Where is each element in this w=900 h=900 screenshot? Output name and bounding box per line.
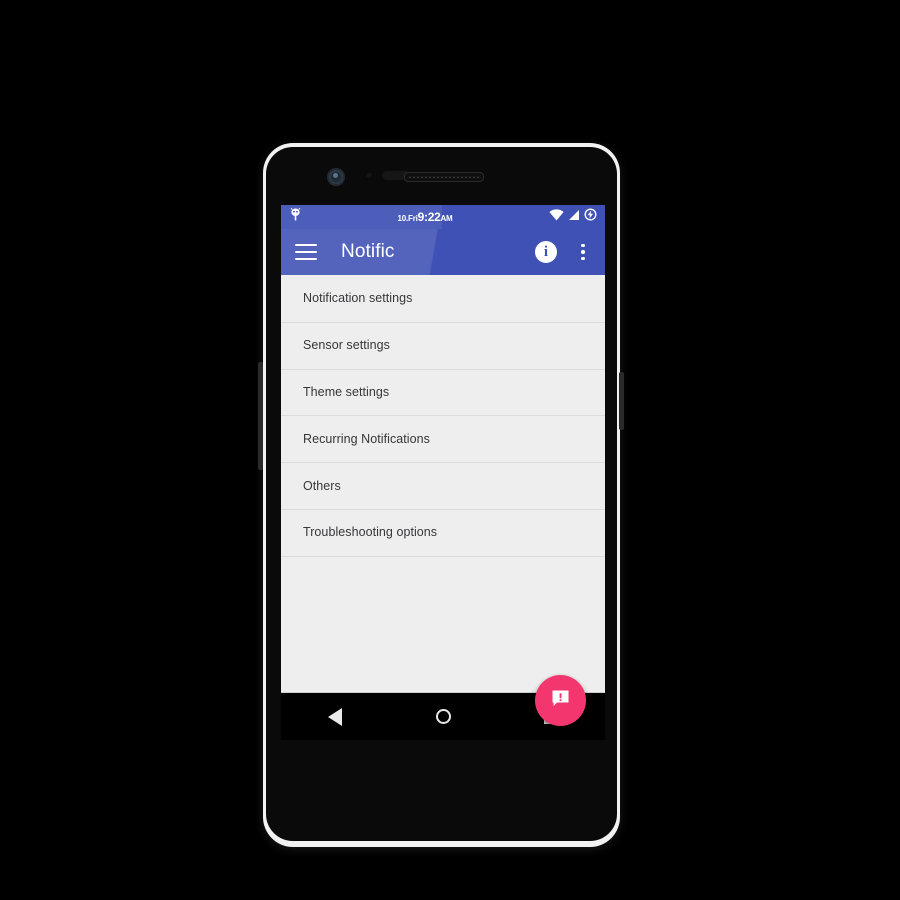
status-bar-clock: 10.Fri9:22AM bbox=[301, 208, 549, 226]
list-item[interactable]: Notification settings bbox=[281, 275, 605, 322]
home-circle-icon[interactable] bbox=[421, 695, 465, 739]
feedback-fab[interactable] bbox=[535, 675, 586, 726]
front-camera-icon bbox=[327, 168, 345, 186]
list-item-label: Theme settings bbox=[303, 384, 390, 399]
list-item[interactable]: Troubleshooting options bbox=[281, 508, 605, 556]
list-item[interactable]: Theme settings bbox=[281, 368, 605, 416]
list-item-label: Notification settings bbox=[303, 291, 413, 306]
status-bar-ampm: AM bbox=[440, 214, 453, 223]
overflow-dot bbox=[581, 243, 585, 248]
page-title: Notific bbox=[341, 241, 395, 262]
list-item-label: Sensor settings bbox=[303, 338, 390, 353]
status-bar-left bbox=[281, 207, 301, 226]
android-notification-icon bbox=[290, 207, 301, 226]
overflow-dot bbox=[581, 256, 585, 261]
status-bar: 10.Fri9:22AM bbox=[281, 205, 605, 229]
front-camera-lens bbox=[333, 173, 338, 178]
list-item[interactable]: Others bbox=[281, 462, 605, 509]
menu-line bbox=[295, 244, 317, 246]
battery-charging-icon bbox=[584, 208, 597, 226]
cell-signal-icon bbox=[568, 208, 580, 226]
status-bar-time: 9:22 bbox=[417, 210, 441, 224]
list-item-label: Troubleshooting options bbox=[303, 525, 438, 540]
power-button[interactable] bbox=[619, 372, 624, 430]
proximity-sensor-icon bbox=[366, 173, 372, 178]
settings-list: Notification settings Sensor settings Th… bbox=[281, 275, 605, 692]
info-icon[interactable]: i bbox=[535, 241, 557, 263]
app-bar: Notific i bbox=[281, 229, 605, 275]
speaker-holes bbox=[408, 175, 480, 178]
back-triangle-shape bbox=[328, 707, 342, 726]
menu-line bbox=[295, 251, 317, 253]
status-bar-date: 10.Fri bbox=[397, 214, 418, 223]
wifi-icon bbox=[549, 208, 564, 226]
status-bar-right bbox=[549, 208, 605, 226]
overflow-dot bbox=[581, 250, 585, 254]
menu-line bbox=[295, 258, 317, 260]
volume-rocker-button[interactable] bbox=[258, 362, 263, 470]
earpiece-speaker-grille bbox=[404, 172, 484, 182]
list-item[interactable]: Recurring Notifications bbox=[281, 415, 605, 462]
phone-screen: 10.Fri9:22AM Notific i Notification sett… bbox=[281, 205, 605, 740]
back-triangle-icon[interactable] bbox=[313, 695, 357, 739]
list-item[interactable]: Sensor settings bbox=[281, 321, 605, 369]
list-bottom-divider bbox=[281, 556, 605, 557]
list-item-label: Others bbox=[303, 478, 341, 493]
message-alert-icon bbox=[550, 688, 571, 714]
home-circle-shape bbox=[435, 709, 451, 724]
hamburger-menu-icon[interactable] bbox=[295, 240, 319, 264]
list-item-label: Recurring Notifications bbox=[303, 431, 430, 446]
overflow-menu-icon[interactable] bbox=[573, 240, 593, 264]
